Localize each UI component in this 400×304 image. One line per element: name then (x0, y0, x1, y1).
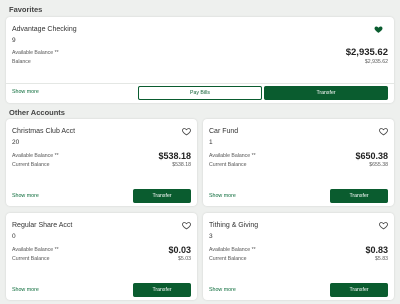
current-balance-value: $5.03 (178, 256, 191, 262)
current-balance-label: Current Balance (209, 256, 247, 262)
heart-outline-icon[interactable] (182, 127, 191, 136)
heart-outline-icon[interactable] (379, 127, 388, 136)
available-balance-value: $2,935.62 (345, 47, 388, 58)
available-balance-value: $650.38 (355, 151, 388, 161)
account-number: 9 (12, 37, 16, 44)
balance-value: $2,935.62 (364, 59, 388, 65)
transfer-button[interactable]: Transfer (330, 283, 388, 297)
account-name: Regular Share Acct (12, 222, 73, 229)
account-card-favorite[interactable]: Advantage Checking 9 Available Balance *… (6, 17, 394, 103)
account-name: Advantage Checking (12, 26, 77, 33)
show-more-link[interactable]: Show more (12, 287, 39, 293)
account-number: 20 (12, 139, 20, 146)
available-balance-value: $538.18 (158, 151, 191, 161)
available-balance-label: Available Balance ** (209, 153, 256, 159)
transfer-button[interactable]: Transfer (133, 283, 191, 297)
available-balance-label: Available Balance ** (12, 50, 59, 56)
card-divider (6, 83, 394, 84)
available-balance-label: Available Balance ** (12, 247, 59, 253)
favorites-section-title: Favorites (9, 5, 43, 14)
show-more-link[interactable]: Show more (209, 193, 236, 199)
available-balance-value: $0.83 (365, 245, 388, 255)
show-more-link[interactable]: Show more (12, 193, 39, 199)
available-balance-label: Available Balance ** (209, 247, 256, 253)
balance-label: Balance (12, 59, 31, 65)
available-balance-value: $0.03 (168, 245, 191, 255)
account-card[interactable]: Regular Share Acct 0 Available Balance *… (6, 213, 197, 300)
account-card[interactable]: Tithing & Giving 3 Available Balance ** … (203, 213, 394, 300)
transfer-button[interactable]: Transfer (133, 189, 191, 203)
show-more-link[interactable]: Show more (12, 89, 39, 95)
current-balance-label: Current Balance (12, 256, 50, 262)
account-card[interactable]: Car Fund 1 Available Balance ** $650.38 … (203, 119, 394, 206)
available-balance-label: Available Balance ** (12, 153, 59, 159)
account-name: Christmas Club Acct (12, 128, 76, 135)
current-balance-value: $655.38 (369, 162, 388, 168)
transfer-button[interactable]: Transfer (264, 86, 388, 100)
current-balance-label: Current Balance (12, 162, 50, 168)
transfer-button[interactable]: Transfer (330, 189, 388, 203)
heart-outline-icon[interactable] (182, 221, 191, 230)
show-more-link[interactable]: Show more (209, 287, 236, 293)
pay-bills-button[interactable]: Pay Bills (138, 86, 262, 100)
account-name: Tithing & Giving (209, 222, 259, 229)
account-number: 1 (209, 139, 213, 146)
current-balance-value: $538.18 (172, 162, 191, 168)
current-balance-value: $5.83 (375, 256, 388, 262)
account-name: Car Fund (209, 128, 239, 135)
account-card[interactable]: Christmas Club Acct 20 Available Balance… (6, 119, 197, 206)
other-accounts-section-title: Other Accounts (9, 108, 65, 117)
account-number: 3 (209, 233, 213, 240)
account-number: 0 (12, 233, 16, 240)
heart-filled-icon[interactable] (374, 25, 383, 34)
current-balance-label: Current Balance (209, 162, 247, 168)
heart-outline-icon[interactable] (379, 221, 388, 230)
